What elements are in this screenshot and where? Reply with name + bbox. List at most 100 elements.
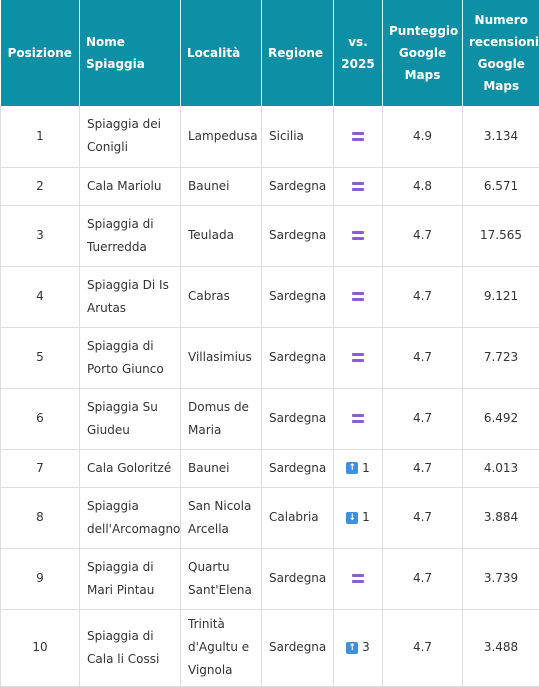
cell-localita: Trinità d'Agultu e Vignola (181, 609, 262, 686)
cell-localita: Lampedusa (181, 106, 262, 167)
cell-punteggio: 4.7 (383, 487, 463, 548)
cell-posizione: 6 (1, 388, 80, 449)
arrow-up-icon: ↑ (346, 462, 358, 474)
cell-posizione: 9 (1, 548, 80, 609)
cell-nome-spiaggia: Spiaggia di Porto Giunco (80, 327, 181, 388)
cell-posizione: 3 (1, 205, 80, 266)
cell-punteggio: 4.8 (383, 167, 463, 205)
cell-recensioni: 6.492 (463, 388, 539, 449)
cell-localita: Quartu Sant'Elena (181, 548, 262, 609)
cell-nome-spiaggia: Spiaggia Su Giudeu (80, 388, 181, 449)
cell-regione: Sardegna (262, 548, 334, 609)
table-row: 9Spiaggia di Mari PintauQuartu Sant'Elen… (1, 548, 539, 609)
table-row: 10Spiaggia di Cala li CossiTrinità d'Agu… (1, 609, 539, 686)
cell-nome-spiaggia: Spiaggia Di Is Arutas (80, 266, 181, 327)
table-body: 1Spiaggia dei ConigliLampedusaSicilia4.9… (1, 106, 539, 686)
header-regione: Regione (262, 0, 334, 106)
cell-posizione: 8 (1, 487, 80, 548)
cell-regione: Sardegna (262, 609, 334, 686)
cell-regione: Sardegna (262, 388, 334, 449)
cell-nome-spiaggia: Cala Mariolu (80, 167, 181, 205)
equals-icon (352, 414, 364, 423)
header-recensioni: Numero recensioni Google Maps (463, 0, 539, 106)
cell-posizione: 5 (1, 327, 80, 388)
cell-localita: San Nicola Arcella (181, 487, 262, 548)
rank-change-value: 3 (362, 640, 370, 654)
cell-vs-2025 (334, 388, 383, 449)
cell-punteggio: 4.7 (383, 609, 463, 686)
cell-posizione: 7 (1, 449, 80, 487)
rank-change-value: 1 (362, 461, 370, 475)
cell-recensioni: 3.884 (463, 487, 539, 548)
table-row: 4Spiaggia Di Is ArutasCabrasSardegna 4.79… (1, 266, 539, 327)
equals-icon (352, 132, 364, 141)
table-row: 6Spiaggia Su GiudeuDomus de MariaSardegn… (1, 388, 539, 449)
cell-nome-spiaggia: Spiaggia dell'Arcomagno (80, 487, 181, 548)
equals-icon (352, 574, 364, 583)
cell-recensioni: 7.723 (463, 327, 539, 388)
header-vs-2025: vs. 2025 (334, 0, 383, 106)
cell-vs-2025 (334, 548, 383, 609)
cell-punteggio: 4.7 (383, 449, 463, 487)
table-row: 1Spiaggia dei ConigliLampedusaSicilia 4.9… (1, 106, 539, 167)
cell-vs-2025 (334, 266, 383, 327)
cell-recensioni: 17.565 (463, 205, 539, 266)
cell-recensioni: 3.739 (463, 548, 539, 609)
equals-icon (352, 231, 364, 240)
cell-regione: Sardegna (262, 327, 334, 388)
cell-vs-2025: ↑3 (334, 609, 383, 686)
cell-localita: Teulada (181, 205, 262, 266)
cell-recensioni: 3.134 (463, 106, 539, 167)
cell-regione: Calabria (262, 487, 334, 548)
cell-regione: Sardegna (262, 449, 334, 487)
cell-nome-spiaggia: Spiaggia di Tuerredda (80, 205, 181, 266)
cell-nome-spiaggia: Spiaggia dei Conigli (80, 106, 181, 167)
cell-vs-2025 (334, 167, 383, 205)
beaches-ranking-table: Posizione Nome Spiaggia Località Regione… (0, 0, 539, 687)
cell-regione: Sardegna (262, 205, 334, 266)
cell-localita: Baunei (181, 167, 262, 205)
cell-regione: Sardegna (262, 167, 334, 205)
cell-punteggio: 4.7 (383, 548, 463, 609)
cell-punteggio: 4.7 (383, 205, 463, 266)
cell-recensioni: 9.121 (463, 266, 539, 327)
equals-icon (352, 182, 364, 191)
cell-vs-2025 (334, 106, 383, 167)
cell-posizione: 4 (1, 266, 80, 327)
header-punteggio: Punteggio Google Maps (383, 0, 463, 106)
cell-localita: Domus de Maria (181, 388, 262, 449)
cell-localita: Cabras (181, 266, 262, 327)
cell-localita: Baunei (181, 449, 262, 487)
header-localita: Località (181, 0, 262, 106)
header-posizione: Posizione (1, 0, 80, 106)
cell-posizione: 1 (1, 106, 80, 167)
cell-localita: Villasimius (181, 327, 262, 388)
cell-vs-2025: ↓1 (334, 487, 383, 548)
cell-punteggio: 4.7 (383, 266, 463, 327)
equals-icon (352, 292, 364, 301)
cell-nome-spiaggia: Spiaggia di Cala li Cossi (80, 609, 181, 686)
cell-regione: Sardegna (262, 266, 334, 327)
table-row: 8Spiaggia dell'ArcomagnoSan Nicola Arcel… (1, 487, 539, 548)
cell-punteggio: 4.7 (383, 327, 463, 388)
cell-recensioni: 4.013 (463, 449, 539, 487)
table-row: 3Spiaggia di TuerreddaTeuladaSardegna 4.7… (1, 205, 539, 266)
table-row: 2Cala MarioluBauneiSardegna 4.86.571 (1, 167, 539, 205)
table-row: 5Spiaggia di Porto GiuncoVillasimiusSard… (1, 327, 539, 388)
header-nome-spiaggia: Nome Spiaggia (80, 0, 181, 106)
cell-vs-2025 (334, 327, 383, 388)
cell-recensioni: 3.488 (463, 609, 539, 686)
cell-punteggio: 4.9 (383, 106, 463, 167)
cell-vs-2025: ↑1 (334, 449, 383, 487)
cell-regione: Sicilia (262, 106, 334, 167)
cell-posizione: 10 (1, 609, 80, 686)
arrow-up-icon: ↑ (346, 642, 358, 654)
cell-recensioni: 6.571 (463, 167, 539, 205)
arrow-down-icon: ↓ (346, 512, 358, 524)
cell-posizione: 2 (1, 167, 80, 205)
cell-vs-2025 (334, 205, 383, 266)
cell-punteggio: 4.7 (383, 388, 463, 449)
table-header-row: Posizione Nome Spiaggia Località Regione… (1, 0, 539, 106)
rank-change-value: 1 (362, 510, 370, 524)
cell-nome-spiaggia: Spiaggia di Mari Pintau (80, 548, 181, 609)
